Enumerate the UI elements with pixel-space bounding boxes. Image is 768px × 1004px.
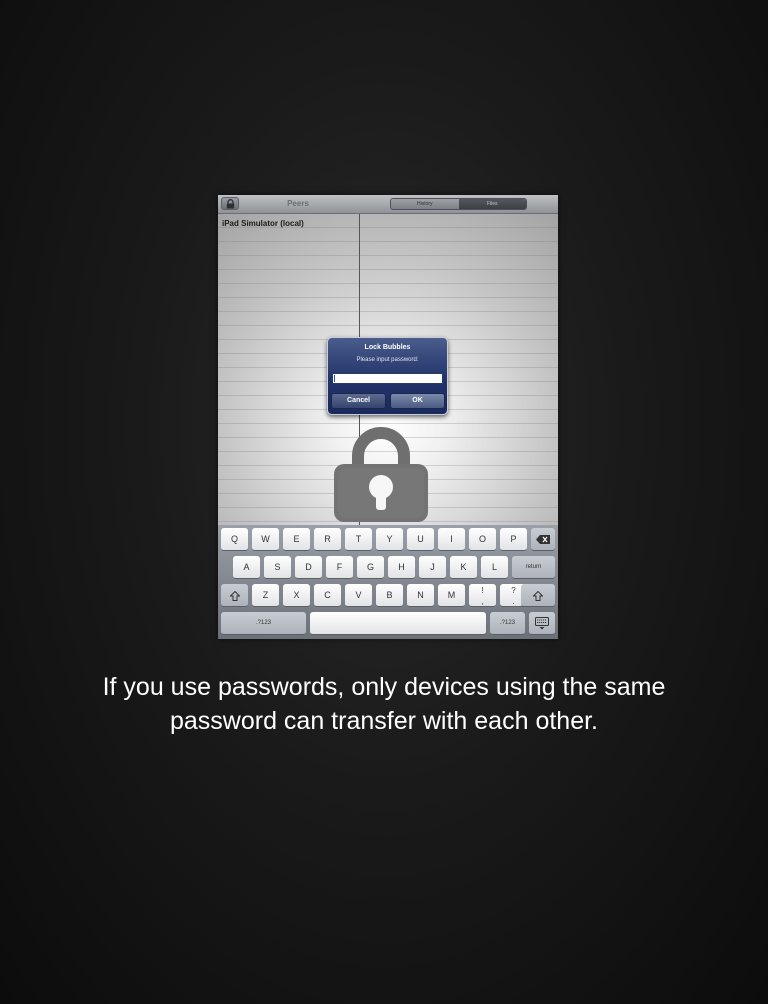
shift-key-right[interactable] (521, 584, 555, 607)
key-g[interactable]: G (357, 556, 384, 579)
top-toolbar: Peers History Files (218, 195, 558, 214)
lock-icon (226, 199, 235, 209)
space-key[interactable] (310, 612, 486, 635)
cancel-button[interactable]: Cancel (331, 393, 386, 409)
hide-keyboard-key[interactable] (529, 612, 555, 635)
key-a[interactable]: A (233, 556, 260, 579)
shift-icon (532, 590, 544, 601)
peers-title: Peers (287, 199, 309, 208)
key-u[interactable]: U (407, 528, 434, 551)
text-cursor (334, 375, 335, 382)
key-v[interactable]: V (345, 584, 372, 607)
key-t[interactable]: T (345, 528, 372, 551)
key-c[interactable]: C (314, 584, 341, 607)
backspace-key[interactable] (531, 528, 555, 551)
key-z[interactable]: Z (252, 584, 279, 607)
key-exclamation-comma[interactable]: ! , (469, 584, 496, 607)
caption-text: If you use passwords, only devices using… (40, 670, 728, 738)
content-area: iPad Simulator (local) Lock Bubbles Plea… (218, 214, 558, 525)
key-n[interactable]: N (407, 584, 434, 607)
key-x[interactable]: X (283, 584, 310, 607)
key-k[interactable]: K (450, 556, 477, 579)
key-exclamation-label: ! (481, 586, 484, 595)
peer-list-item[interactable]: iPad Simulator (local) (222, 219, 304, 228)
key-y[interactable]: Y (376, 528, 403, 551)
key-i[interactable]: I (438, 528, 465, 551)
caption-line-2: password can transfer with each other. (169, 707, 598, 735)
numbers-key-right[interactable]: .?123 (490, 612, 525, 635)
numbers-key-left[interactable]: .?123 (221, 612, 306, 635)
key-q[interactable]: Q (221, 528, 248, 551)
ok-button[interactable]: OK (390, 393, 445, 409)
tab-files[interactable]: Files (458, 199, 526, 209)
key-w[interactable]: W (252, 528, 279, 551)
shift-icon (228, 590, 241, 601)
caption-line-1: If you use passwords, only devices using… (102, 673, 666, 701)
key-l[interactable]: L (481, 556, 508, 579)
key-o[interactable]: O (469, 528, 496, 551)
shift-key-left[interactable] (221, 584, 248, 607)
key-comma-label: , (481, 597, 484, 606)
keyboard-hide-icon (535, 617, 549, 630)
backspace-icon (536, 535, 550, 544)
alert-title: Lock Bubbles (364, 344, 411, 351)
key-j[interactable]: J (419, 556, 446, 579)
key-r[interactable]: R (314, 528, 341, 551)
return-key[interactable]: return (512, 556, 555, 579)
password-field[interactable] (332, 373, 443, 384)
view-segmented-control: History Files (390, 198, 527, 210)
tab-history[interactable]: History (391, 199, 459, 209)
app-screenshot: Peers History Files iPad Simulator (loca… (218, 195, 558, 639)
key-h[interactable]: H (388, 556, 415, 579)
password-alert: Lock Bubbles Please input password: Canc… (327, 337, 448, 415)
key-m[interactable]: M (438, 584, 465, 607)
lock-button[interactable] (221, 197, 239, 210)
alert-message: Please input password: (356, 357, 419, 363)
padlock-icon (334, 427, 428, 522)
key-s[interactable]: S (264, 556, 291, 579)
key-b[interactable]: B (376, 584, 403, 607)
key-d[interactable]: D (295, 556, 322, 579)
key-f[interactable]: F (326, 556, 353, 579)
key-e[interactable]: E (283, 528, 310, 551)
on-screen-keyboard: Q W E R T Y U I O P A S D F G H J K L re… (218, 525, 558, 639)
key-p[interactable]: P (500, 528, 527, 551)
